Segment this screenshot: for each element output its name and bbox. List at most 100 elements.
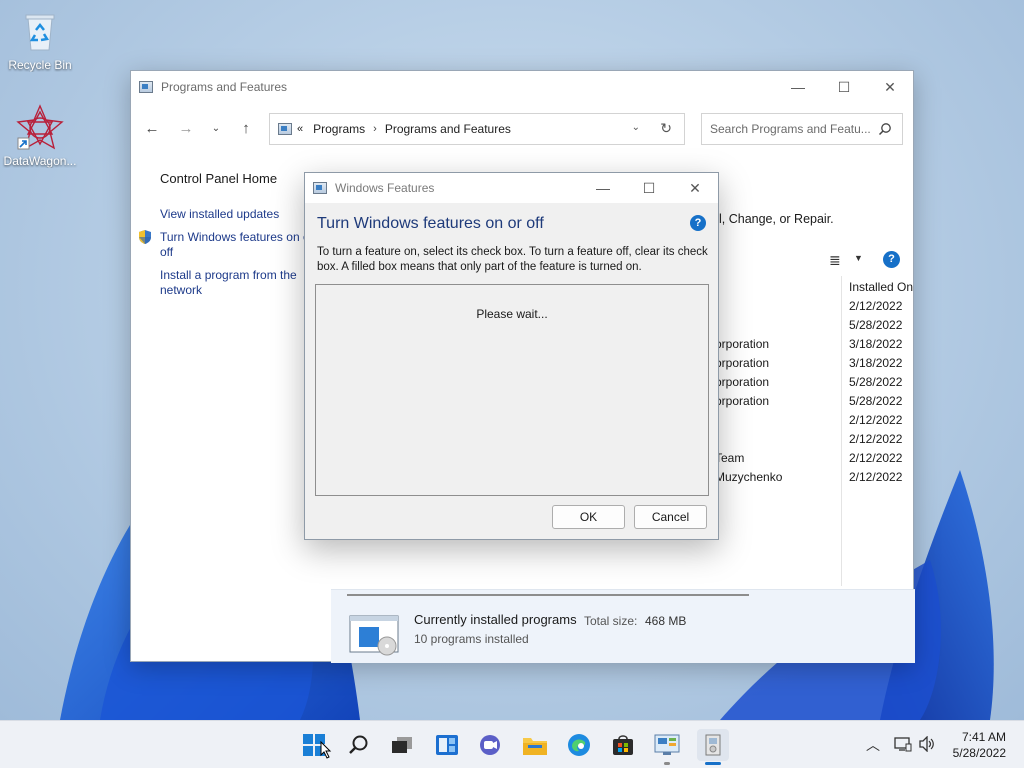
close-button[interactable]: ✕ — [867, 71, 913, 103]
list-item-installed-on[interactable]: 3/18/2022 — [849, 337, 902, 351]
loading-status: Please wait... — [476, 307, 548, 321]
show-hidden-icons-button[interactable]: ︿ — [866, 735, 880, 755]
back-button[interactable]: ← — [141, 117, 163, 139]
maximize-button[interactable]: ☐ — [821, 71, 867, 103]
total-size-value: 468 MB — [645, 614, 687, 628]
address-bar[interactable]: « Programs › Programs and Features ⌄ ↻ — [269, 113, 685, 145]
dialog-close-button[interactable]: ✕ — [672, 173, 718, 203]
breadcrumb-programs-and-features[interactable]: Programs and Features — [385, 122, 511, 136]
forward-button[interactable]: → — [175, 117, 197, 139]
control-panel-icon — [654, 734, 680, 755]
turn-windows-features-link[interactable]: Turn Windows features on o off — [160, 230, 310, 260]
programs-count: 10 programs installed — [414, 632, 529, 646]
taskbar: ︿ 7:41 AM 5/28/2022 — [0, 720, 1024, 768]
breadcrumb-programs[interactable]: Programs — [313, 122, 365, 136]
ok-button[interactable]: OK — [552, 505, 625, 529]
up-button[interactable]: ↑ — [235, 117, 257, 139]
search-icon — [349, 735, 368, 754]
datawagon-label: DataWagon... — [3, 154, 77, 168]
installed-programs-icon — [349, 614, 399, 656]
list-item-installed-on[interactable]: 5/28/2022 — [849, 394, 902, 408]
install-line2: network — [160, 283, 203, 297]
list-item-publisher[interactable]: Muzychenko — [715, 470, 782, 484]
install-from-network-link[interactable]: Install a program from the network — [160, 268, 310, 298]
column-header-installed-on[interactable]: Installed On — [849, 280, 913, 294]
view-options-dropdown-icon[interactable]: ▼ — [854, 253, 863, 263]
edge-button[interactable] — [565, 731, 593, 759]
chat-icon — [480, 735, 500, 755]
installer-icon — [705, 734, 721, 756]
mouse-cursor-icon — [320, 740, 332, 762]
list-item-installed-on[interactable]: 5/28/2022 — [849, 375, 902, 389]
widgets-icon — [436, 735, 458, 755]
list-item-installed-on[interactable]: 3/18/2022 — [849, 356, 902, 370]
minimize-button[interactable]: — — [775, 71, 821, 103]
network-icon[interactable] — [894, 736, 912, 755]
view-installed-updates-link[interactable]: View installed updates — [160, 207, 310, 222]
file-explorer-button[interactable] — [521, 731, 549, 759]
list-item-installed-on[interactable]: 2/12/2022 — [849, 299, 902, 313]
horizontal-scrollbar[interactable] — [347, 594, 749, 596]
view-options-icon[interactable]: ≣ — [829, 252, 841, 269]
chat-button[interactable] — [476, 731, 504, 759]
cancel-button[interactable]: Cancel — [634, 505, 707, 529]
list-item-publisher[interactable]: Team — [715, 451, 744, 465]
dialog-minimize-button[interactable]: — — [580, 173, 626, 203]
recycle-bin-label: Recycle Bin — [8, 58, 72, 72]
active-indicator — [705, 762, 721, 765]
clock-time[interactable]: 7:41 AM — [962, 730, 1006, 744]
windows-features-dialog: Windows Features — ☐ ✕ Turn Windows feat… — [304, 172, 719, 540]
shield-icon — [137, 229, 153, 248]
control-panel-taskbar-button[interactable] — [653, 731, 681, 765]
search-taskbar-button[interactable] — [345, 731, 373, 759]
turn-features-line2: off — [160, 245, 174, 259]
store-button[interactable] — [609, 731, 637, 759]
task-view-icon — [392, 737, 412, 753]
list-item-installed-on[interactable]: 5/28/2022 — [849, 318, 902, 332]
running-indicator — [664, 762, 670, 765]
breadcrumb-separator-icon: › — [373, 123, 377, 135]
list-item-installed-on[interactable]: 2/12/2022 — [849, 413, 902, 427]
list-item-publisher[interactable]: orporation — [715, 375, 769, 389]
list-item-installed-on[interactable]: 2/12/2022 — [849, 451, 902, 465]
search-input[interactable]: Search Programs and Featu... — [701, 113, 903, 145]
clock-date[interactable]: 5/28/2022 — [953, 746, 1006, 760]
address-location-icon — [278, 123, 292, 135]
turn-features-line1: Turn Windows features on o — [160, 230, 310, 244]
recycle-bin-icon — [16, 8, 64, 56]
feature-tree[interactable]: Please wait... — [315, 284, 709, 496]
control-panel-home-link[interactable]: Control Panel Home — [160, 171, 310, 186]
control-panel-icon — [139, 81, 153, 93]
recent-locations-button[interactable]: ⌄ — [205, 117, 227, 139]
edge-browser-icon — [568, 734, 590, 756]
windows-features-taskbar-button[interactable] — [697, 729, 729, 765]
desktop-icon-datawagon[interactable]: DataWagon... — [0, 104, 80, 168]
help-icon[interactable]: ? — [883, 251, 900, 268]
refresh-icon[interactable]: ↻ — [660, 120, 672, 137]
dialog-title: Windows Features — [335, 181, 435, 195]
list-item-installed-on[interactable]: 2/12/2022 — [849, 470, 902, 484]
navigation-bar: ← → ⌄ ↑ « Programs › Programs and Featur… — [131, 111, 913, 147]
task-view-button[interactable] — [388, 731, 416, 759]
widgets-button[interactable] — [433, 731, 461, 759]
details-pane: Currently installed programs Total size:… — [331, 589, 915, 663]
folder-icon — [523, 738, 547, 755]
dialog-maximize-button[interactable]: ☐ — [626, 173, 672, 203]
address-dropdown-icon[interactable]: ⌄ — [632, 122, 640, 133]
desktop-icon-recycle-bin[interactable]: Recycle Bin — [0, 8, 80, 72]
dialog-description: To turn a feature on, select its check b… — [317, 246, 708, 273]
main-window-title: Programs and Features — [161, 80, 288, 94]
list-item-installed-on[interactable]: 2/12/2022 — [849, 432, 902, 446]
search-icon — [878, 122, 892, 139]
list-item-publisher[interactable]: orporation — [715, 394, 769, 408]
install-line1: Install a program from the — [160, 268, 297, 282]
breadcrumb-overflow[interactable]: « — [297, 123, 303, 135]
windows-features-icon — [313, 182, 327, 194]
column-divider — [841, 276, 842, 586]
dialog-help-icon[interactable]: ? — [690, 215, 706, 231]
datawagon-icon — [16, 104, 64, 152]
list-item-publisher[interactable]: orporation — [715, 356, 769, 370]
list-item-publisher[interactable]: orporation — [715, 337, 769, 351]
volume-icon[interactable] — [918, 735, 936, 755]
dialog-titlebar: Windows Features — ☐ ✕ — [305, 173, 718, 203]
